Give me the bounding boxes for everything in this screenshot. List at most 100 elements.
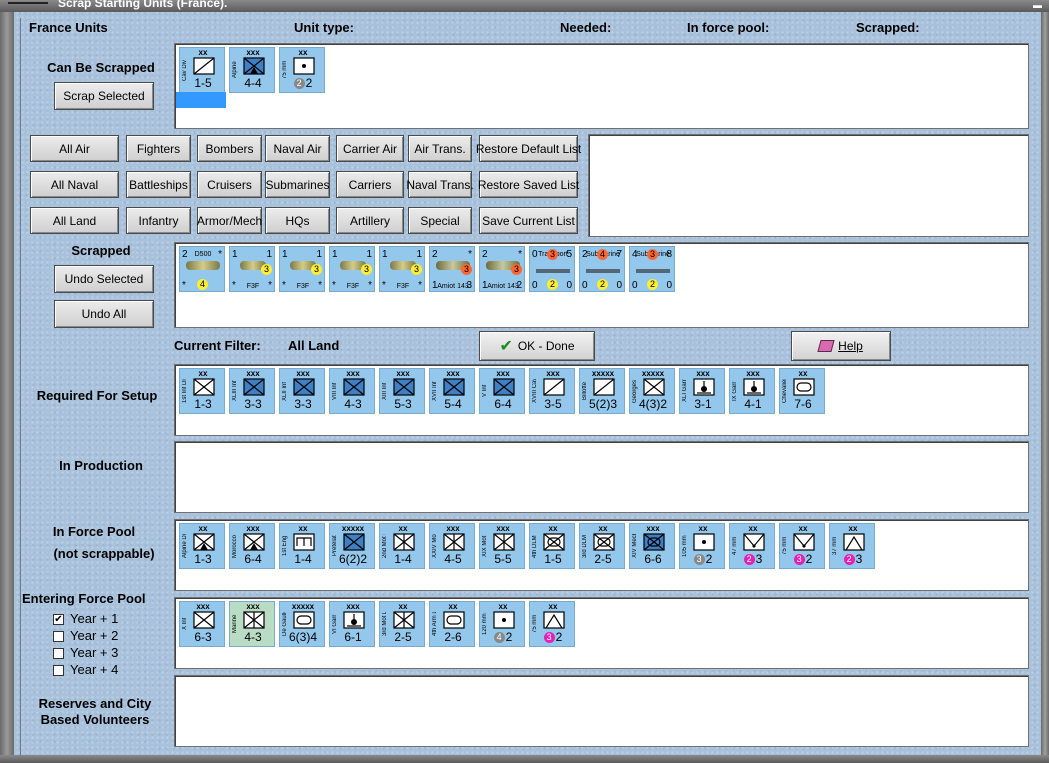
unit-counter[interactable]: xx 1st Inf Div 1-3 (179, 368, 225, 414)
unit-counter[interactable]: xx 1st Eng 1-4 (279, 523, 325, 569)
scrap-selected-button[interactable]: Scrap Selected (54, 82, 154, 110)
unit-value-top-left: 1 (232, 249, 238, 260)
help-button[interactable]: Help (791, 331, 891, 361)
unit-counter[interactable]: xx Alpine Div 1-3 (179, 523, 225, 569)
unit-counter[interactable]: xxx VIII Inf 4-3 (329, 368, 375, 414)
filter-button-hqs[interactable]: HQs (265, 207, 330, 234)
unit-counter[interactable]: xx 75 mm 3 2 (529, 601, 575, 647)
unit-counter[interactable]: xxx XLII Inf 3-3 (279, 368, 325, 414)
unit-counter[interactable]: xxx Marine 4-3 (229, 601, 275, 647)
undo-selected-button[interactable]: Undo Selected (54, 265, 154, 293)
year-checkbox-3[interactable] (53, 648, 64, 659)
filter-button-restore-saved-list[interactable]: Restore Saved List (478, 171, 579, 198)
ok-done-button[interactable]: ✔ OK - Done (479, 331, 595, 361)
unit-counter[interactable]: xxx XXIV Mot 4-5 (429, 523, 475, 569)
unit-counter[interactable]: xxxxx De Gaulle 6(3)4 (279, 601, 325, 647)
filter-button-submarines[interactable]: Submarines (265, 171, 330, 198)
unit-counter[interactable]: xx 47 mm 2 3 (729, 523, 775, 569)
naval-unit-counter[interactable]: 4800Submarine32 (629, 246, 675, 292)
unit-counter[interactable]: xx Chevalier 7-6 (779, 368, 825, 414)
undo-all-button[interactable]: Undo All (54, 300, 154, 328)
unit-name: F3F (396, 283, 410, 290)
filter-button-artillery[interactable]: Artillery (336, 207, 404, 234)
air-unit-counter[interactable]: 1 1 * * F3F 3 (279, 246, 325, 292)
ok-done-label: OK - Done (517, 339, 575, 353)
unit-strength: 6(2)2 (330, 552, 376, 566)
air-unit-counter[interactable]: 2 * * D500 4 (179, 246, 225, 292)
year-checkbox-4[interactable] (53, 665, 64, 676)
unit-counter[interactable]: xxx Morocco 6-4 (229, 523, 275, 569)
unit-counter[interactable]: xxx X Inf 6-3 (179, 601, 225, 647)
filter-button-naval-trans[interactable]: Naval Trans. (406, 171, 474, 198)
unit-symbol (543, 533, 565, 551)
unit-value-bottom-left: 0 (532, 280, 538, 291)
filter-button-fighters[interactable]: Fighters (126, 135, 191, 162)
unit-counter[interactable]: xx 37 mm 2 3 (829, 523, 875, 569)
aa-symbol-icon (843, 533, 865, 551)
unit-symbol (443, 611, 465, 629)
unit-strength-value: 2 (555, 630, 563, 644)
unit-counter[interactable]: xxx XIV Mech 6-6 (629, 523, 675, 569)
unit-counter[interactable]: xxxxx Billotte 5(2)3 (579, 368, 625, 414)
filter-button-naval-air[interactable]: Naval Air (265, 135, 330, 162)
unit-strength: 2-5 (380, 630, 426, 644)
unit-strength: 3-1 (680, 397, 726, 411)
unit-counter[interactable]: xx 4th DLM Div 1-5 (529, 523, 575, 569)
unit-counter[interactable]: xxxxx Georges 4(3)2 (629, 368, 675, 414)
filter-button-carrier-air[interactable]: Carrier Air (336, 135, 404, 162)
unit-counter[interactable]: xxx Alpine 4-4 (229, 47, 275, 93)
naval-unit-counter[interactable]: 2700Submarine42 (579, 246, 625, 292)
filter-button-battleships[interactable]: Battleships (126, 171, 191, 198)
filter-button-save-current-list[interactable]: Save Current List (479, 207, 578, 234)
unit-counter[interactable]: xxx XVII Inf 5-4 (429, 368, 475, 414)
unit-counter[interactable]: xx 105 mm 3 2 (679, 523, 725, 569)
filter-button-armor-mech[interactable]: Armor/Mech (197, 207, 262, 234)
unit-strength: 5-4 (430, 397, 476, 411)
year-checkbox-2[interactable] (53, 631, 64, 642)
unit-counter[interactable]: xx 3rd DLM Div 2-5 (579, 523, 625, 569)
unit-counter[interactable]: xxx XIII Inf 5-3 (379, 368, 425, 414)
unit-counter[interactable]: xxxxx Pretelat 6(2)2 (329, 523, 375, 569)
filter-button-special[interactable]: Special (408, 207, 472, 234)
window-close-icon[interactable]: ▬ (1033, 0, 1043, 10)
unit-counter[interactable]: xxx XLIII Inf 3-3 (229, 368, 275, 414)
unit-badge: 2 (547, 279, 558, 290)
filter-button-cruisers[interactable]: Cruisers (197, 171, 262, 198)
unit-value-bottom-left: 0 (632, 280, 638, 291)
filter-button-air-trans[interactable]: Air Trans. (408, 135, 472, 162)
unit-symbol (493, 378, 515, 396)
filter-button-bombers[interactable]: Bombers (197, 135, 262, 162)
air-unit-counter[interactable]: 2 * 1 3 Amiot 143 3 (429, 246, 475, 292)
air-unit-counter[interactable]: 1 1 * * F3F 3 (229, 246, 275, 292)
year-checkbox-1[interactable]: ✔ (53, 614, 64, 625)
air-unit-counter[interactable]: 2 * 1 2 Amiot 143 3 (479, 246, 525, 292)
filter-button-carriers[interactable]: Carriers (336, 171, 404, 198)
unit-size: xxx (696, 369, 710, 378)
air-unit-counter[interactable]: 1 1 * * F3F 3 (329, 246, 375, 292)
unit-counter[interactable]: xx 2nd Mot Div 1-4 (379, 523, 425, 569)
unit-counter[interactable]: xxx VI Garr 6-1 (329, 601, 375, 647)
naval-unit-counter[interactable]: 0500Transport32 (529, 246, 575, 292)
unit-counter[interactable]: xx 120 mm 4 2 (479, 601, 525, 647)
unit-counter[interactable]: xx Cav Div 1-5 (179, 47, 225, 93)
unit-counter[interactable]: xxx V Inf 6-4 (479, 368, 525, 414)
unit-counter[interactable]: xxx XLI Garr 3-1 (679, 368, 725, 414)
mtn-symbol-icon (243, 57, 265, 75)
air-unit-counter[interactable]: 1 1 * * F3F 3 (379, 246, 425, 292)
cav-symbol-icon (543, 378, 565, 396)
filter-button-infantry[interactable]: Infantry (126, 207, 191, 234)
unit-counter[interactable]: xxx XVIII Cav 3-5 (529, 368, 575, 414)
unit-counter[interactable]: xxx IX Garr 4-1 (729, 368, 775, 414)
unit-counter[interactable]: xx 75 mm 2 2 (279, 47, 325, 93)
filter-button-restore-default-list[interactable]: Restore Default List (476, 135, 581, 162)
filter-button-all-naval[interactable]: All Naval (30, 171, 119, 198)
filter-button-all-air[interactable]: All Air (30, 135, 119, 162)
mot-symbol-icon (393, 611, 415, 629)
filter-button-all-land[interactable]: All Land (30, 207, 119, 234)
unit-counter[interactable]: xx 3rd Mot Div 2-5 (379, 601, 425, 647)
unit-badge: 3 (411, 264, 422, 275)
unit-counter[interactable]: xxx XIX Mot 5-5 (479, 523, 525, 569)
unit-strength-value: 3-1 (694, 397, 712, 411)
unit-counter[interactable]: xx 75 mm 3 2 (779, 523, 825, 569)
unit-counter[interactable]: xx 4th Arm Div 2-6 (429, 601, 475, 647)
